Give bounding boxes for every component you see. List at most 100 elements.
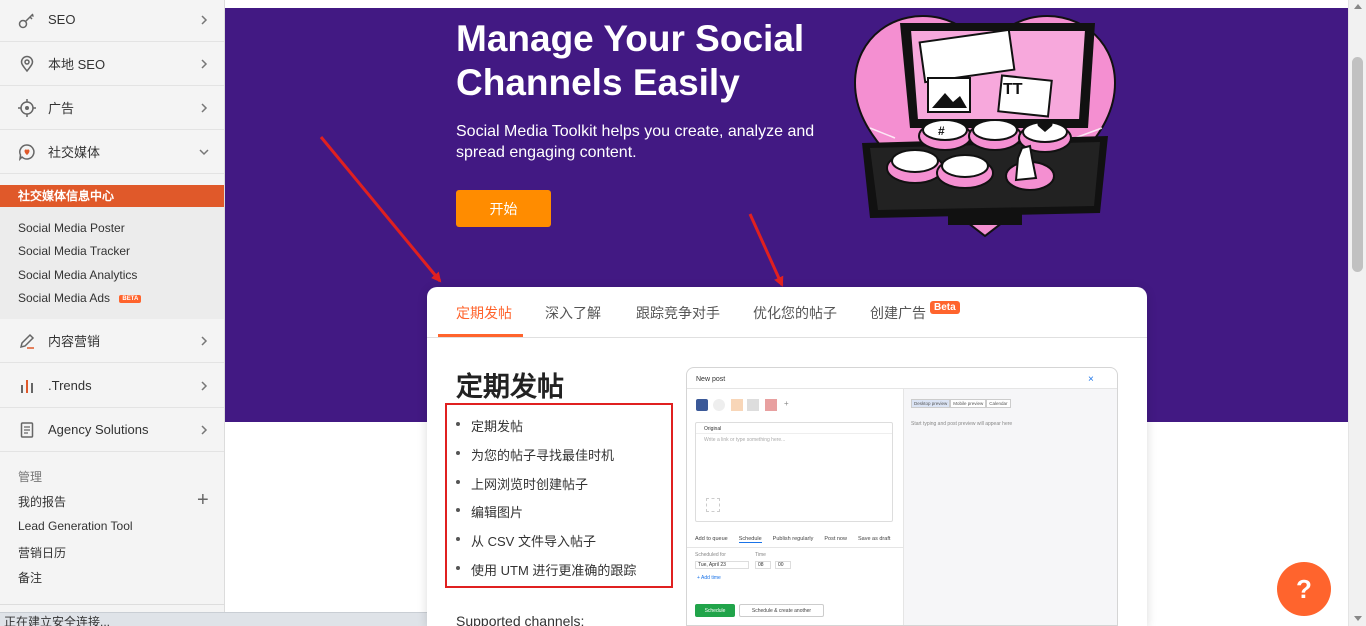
page-scrollbar[interactable] <box>1348 0 1366 626</box>
tab-create-ads[interactable]: 创建广告 <box>870 303 926 323</box>
mock-action: Post now <box>824 536 847 542</box>
tab-optimize-posts[interactable]: 优化您的帖子 <box>753 303 837 323</box>
sidebar-item-local-seo[interactable]: 本地 SEO <box>0 42 224 86</box>
sidebar-item-label: 广告 <box>48 101 75 116</box>
sidebar-subitem-social-dashboard[interactable]: 社交媒体信息中心 <box>0 185 224 207</box>
tab-scheduled-posting[interactable]: 定期发帖 <box>456 303 512 323</box>
mock-date-field: Tue, April 23 <box>695 561 749 569</box>
mock-editor: Original Write a link or type something … <box>695 422 893 522</box>
mock-action: Schedule <box>738 536 762 543</box>
target-icon <box>18 98 36 117</box>
sidebar-item-notes[interactable]: 备注 <box>18 569 42 586</box>
divider <box>687 547 903 548</box>
mock-scheduled-label: Scheduled for <box>695 552 726 558</box>
profile-avatar-icon <box>713 399 725 411</box>
mock-preview-tab: Calendar <box>986 399 1011 408</box>
add-profile-icon: + <box>784 399 789 408</box>
pen-icon <box>18 332 36 350</box>
social-submenu: Social Media Poster Social Media Tracker… <box>0 207 224 319</box>
hero-top-strip <box>225 0 1348 8</box>
mock-schedule-button: Schedule <box>695 604 735 617</box>
scroll-down-icon[interactable] <box>1354 616 1362 621</box>
profile-avatar-icon <box>765 399 777 411</box>
section-title: 定期发帖 <box>456 372 564 402</box>
social-chat-icon <box>18 143 36 161</box>
sidebar-subitem-label: Social Media Ads <box>18 291 111 305</box>
list-item: 使用 UTM 进行更准确的跟踪 <box>455 560 636 589</box>
toolkit-briefcase-illustration: TT # <box>853 15 1117 238</box>
mock-action: Save as draft <box>857 536 891 542</box>
mock-editor-placeholder: Write a link or type something here... <box>704 437 786 443</box>
help-button[interactable]: ? <box>1277 562 1331 616</box>
mock-preview-tabs: Desktop preview Mobile preview Calendar <box>911 399 1011 408</box>
sidebar-subitem-social-poster[interactable]: Social Media Poster <box>18 221 125 235</box>
divider <box>696 433 892 434</box>
sidebar-item-marketing-calendar[interactable]: 营销日历 <box>18 544 66 561</box>
scroll-thumb[interactable] <box>1352 57 1363 272</box>
scroll-up-icon[interactable] <box>1354 4 1362 9</box>
add-report-icon[interactable]: + <box>197 490 209 510</box>
svg-text:TT: TT <box>1003 81 1023 98</box>
list-item: 从 CSV 文件导入帖子 <box>455 531 636 560</box>
sidebar-item-label: .Trends <box>48 378 92 393</box>
sidebar-item-lead-generation[interactable]: Lead Generation Tool <box>18 519 133 533</box>
supported-channels-label: Supported channels: <box>456 613 585 626</box>
chevron-right-icon <box>201 102 208 113</box>
feature-list: 定期发帖 为您的帖子寻找最佳时机 上网浏览时创建帖子 编辑图片 从 CSV 文件… <box>455 416 636 589</box>
chevron-right-icon <box>201 424 208 435</box>
sidebar-subitem-social-ads[interactable]: Social Media Ads BETA <box>18 291 142 305</box>
mock-preview-tab: Desktop preview <box>911 399 951 408</box>
mock-time-label: Time <box>755 552 766 558</box>
mock-title: New post <box>696 376 726 383</box>
mock-preview-tab: Mobile preview <box>950 399 987 408</box>
location-pin-icon <box>18 55 36 73</box>
hero-title: Manage Your Social Channels Easily <box>456 18 805 103</box>
feature-tabs: 定期发帖 深入了解 跟踪竞争对手 优化您的帖子 创建广告 Beta <box>427 287 1147 338</box>
sidebar: SEO 本地 SEO 广告 社交媒体 社交媒体信息中心 Social Media… <box>0 0 225 626</box>
profile-avatar-icon <box>747 399 759 411</box>
chevron-right-icon <box>201 58 208 69</box>
feature-card: 定期发帖 深入了解 跟踪竞争对手 优化您的帖子 创建广告 Beta 定期发帖 定… <box>427 287 1147 626</box>
chevron-down-icon <box>199 148 209 155</box>
mock-add-time: + Add time <box>697 575 721 581</box>
sidebar-item-label: Agency Solutions <box>48 422 149 437</box>
sidebar-item-ads[interactable]: 广告 <box>0 86 224 130</box>
beta-badge: Beta <box>930 301 960 314</box>
new-post-screenshot: New post × + Original Write a link or ty… <box>686 367 1118 626</box>
beta-badge: BETA <box>119 295 142 303</box>
list-item: 为您的帖子寻找最佳时机 <box>455 445 636 474</box>
mock-schedule-another-button: Schedule & create another <box>739 604 824 617</box>
facebook-avatar-icon <box>696 399 708 411</box>
sidebar-item-agency-solutions[interactable]: Agency Solutions <box>0 408 224 452</box>
mock-preview-pane: Desktop preview Mobile preview Calendar … <box>903 388 1117 625</box>
sidebar-item-label: 社交媒体 <box>48 145 101 160</box>
start-button[interactable]: 开始 <box>456 190 551 227</box>
hero-subtitle: Social Media Toolkit helps you create, a… <box>456 123 815 161</box>
mock-action: Add to queue <box>695 536 728 542</box>
sidebar-item-trends[interactable]: .Trends <box>0 364 224 408</box>
mock-hour-field: 08 <box>755 561 771 569</box>
mock-action: Publish regularly <box>772 536 814 542</box>
sidebar-item-label: SEO <box>48 12 76 27</box>
list-item: 上网浏览时创建帖子 <box>455 474 636 503</box>
image-upload-icon <box>706 498 720 512</box>
chevron-right-icon <box>201 14 208 25</box>
bar-chart-icon <box>18 377 36 395</box>
document-icon <box>18 421 36 439</box>
active-tab-indicator <box>438 334 523 337</box>
sidebar-subitem-social-tracker[interactable]: Social Media Tracker <box>18 244 130 258</box>
divider <box>0 604 224 605</box>
sidebar-item-content-marketing[interactable]: 内容营销 <box>0 319 224 363</box>
chevron-right-icon <box>201 380 208 391</box>
tab-insights[interactable]: 深入了解 <box>545 303 601 323</box>
sidebar-item-social-media[interactable]: 社交媒体 <box>0 130 224 174</box>
chevron-right-icon <box>201 335 208 346</box>
sidebar-item-my-reports[interactable]: 我的报告 <box>18 493 66 510</box>
mock-action-row: Add to queue Schedule Publish regularly … <box>695 536 890 543</box>
sidebar-subitem-social-analytics[interactable]: Social Media Analytics <box>18 268 137 282</box>
tab-track-competitors[interactable]: 跟踪竞争对手 <box>636 303 720 323</box>
sidebar-item-seo[interactable]: SEO <box>0 0 224 42</box>
mock-preview-hint: Start typing and post preview will appea… <box>911 421 1013 427</box>
close-icon: × <box>1088 374 1094 385</box>
key-icon <box>18 11 36 29</box>
